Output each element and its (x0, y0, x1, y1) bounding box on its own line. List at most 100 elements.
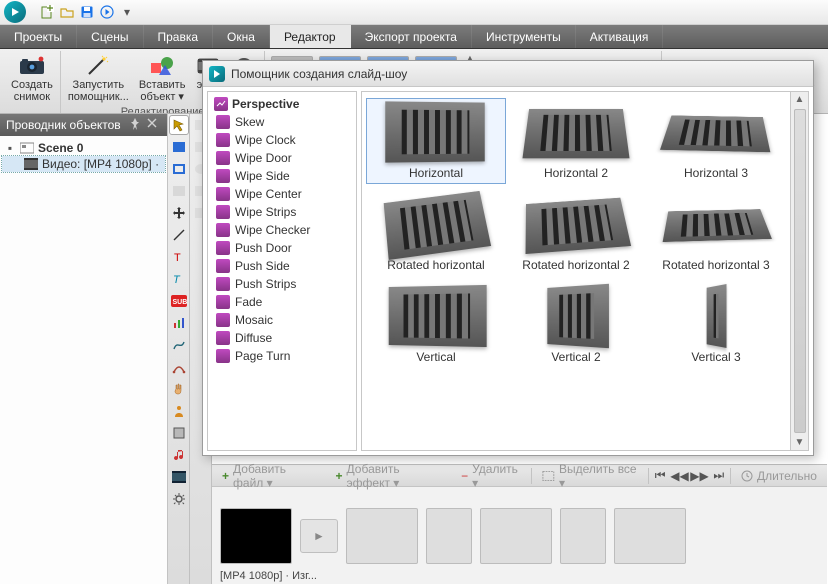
effect-item-push-door[interactable]: Push Door (210, 239, 354, 257)
assistant-preset-grid: Horizontal Horizontal 2 Horizontal 3 Rot… (361, 91, 791, 451)
effect-icon (216, 187, 230, 201)
preset-vertical-3[interactable]: Vertical 3 (646, 282, 786, 368)
audio-tool[interactable] (170, 446, 188, 464)
menu-editor[interactable]: Редактор (270, 25, 351, 48)
effect-item-page-turn[interactable]: Page Turn (210, 347, 354, 365)
tree-root-scene[interactable]: ▪ Scene 0 (2, 140, 165, 156)
preset-vertical-2[interactable]: Vertical 2 (506, 282, 646, 368)
snapshot-button[interactable]: Создать снимок (8, 51, 56, 113)
storyboard: ► [MP4 1080p] · Изг... (212, 487, 827, 584)
preset-horizontal[interactable]: Horizontal (366, 98, 506, 184)
run-wizard-button[interactable]: Запустить помощник... (65, 51, 132, 106)
person-tool[interactable] (170, 402, 188, 420)
effect-item-mosaic[interactable]: Mosaic (210, 311, 354, 329)
storyboard-caption: [MP4 1080p] · Изг... (220, 570, 317, 582)
timeline-toolbar: +Добавить файл ▾ +Добавить эффект ▾ −Уда… (212, 465, 827, 487)
timeline-add-file[interactable]: +Добавить файл ▾ (216, 467, 326, 485)
timeline-delete[interactable]: −Удалить ▾ (455, 467, 527, 485)
text-style-tool[interactable]: T (170, 270, 188, 288)
effect-item-fade[interactable]: Fade (210, 293, 354, 311)
qa-new-icon[interactable] (38, 3, 56, 21)
move-tool[interactable] (170, 204, 188, 222)
timeline-add-effect[interactable]: +Добавить эффект ▾ (330, 467, 452, 485)
arrow-right-icon: ► (313, 529, 325, 543)
nav-prev-icon[interactable]: ◀◀ (671, 468, 687, 484)
storyboard-slot-2[interactable] (346, 508, 418, 564)
bezier-tool[interactable] (170, 358, 188, 376)
qa-open-icon[interactable] (58, 3, 76, 21)
effect-item-diffuse[interactable]: Diffuse (210, 329, 354, 347)
curve-tool[interactable] (170, 336, 188, 354)
nav-first-icon[interactable]: ⏮ (653, 468, 668, 484)
timeline-select-all[interactable]: Выделить все ▾ (536, 467, 644, 485)
tree-video-item[interactable]: Видео: [MP4 1080p] · (2, 156, 165, 172)
chart-tool[interactable] (170, 314, 188, 332)
effect-item-wipe-center[interactable]: Wipe Center (210, 185, 354, 203)
qa-save-icon[interactable] (78, 3, 96, 21)
pointer-tool[interactable] (170, 116, 188, 134)
video-tool[interactable] (170, 468, 188, 486)
effect-item-push-strips[interactable]: Push Strips (210, 275, 354, 293)
qa-customize-dropdown[interactable]: ▾ (118, 3, 136, 21)
menu-activation[interactable]: Активация (576, 25, 664, 48)
effect-item-skew[interactable]: Skew (210, 113, 354, 131)
qa-play-icon[interactable] (98, 3, 116, 21)
effect-icon (216, 349, 230, 363)
tree-collapse-icon[interactable]: ▪ (4, 141, 16, 155)
menu-export[interactable]: Экспорт проекта (351, 25, 472, 48)
scroll-up-icon[interactable]: ▲ (795, 94, 805, 105)
gear-tool[interactable] (170, 490, 188, 508)
text-tool[interactable]: T (170, 248, 188, 266)
assistant-scrollbar[interactable]: ▲ ▼ (791, 91, 809, 451)
panel-pin-icon[interactable] (129, 118, 143, 132)
object-tree: ▪ Scene 0 Видео: [MP4 1080p] · (0, 136, 167, 176)
mask-tool[interactable] (170, 424, 188, 442)
preset-rotated-horizontal-3[interactable]: Rotated horizontal 3 (646, 190, 786, 276)
insert-object-button[interactable]: Вставить объект ▾ (136, 51, 189, 106)
menu-edit[interactable]: Правка (144, 25, 214, 48)
line-tool[interactable] (170, 226, 188, 244)
effect-icon (216, 313, 230, 327)
nav-last-icon[interactable]: ⏭ (711, 468, 726, 484)
timeline-duration[interactable]: Длительно (735, 467, 823, 485)
assistant-title: Помощник создания слайд-шоу (231, 67, 407, 81)
preset-vertical[interactable]: Vertical (366, 282, 506, 368)
rect-outline-tool[interactable] (170, 160, 188, 178)
effect-item-push-side[interactable]: Push Side (210, 257, 354, 275)
effect-item-wipe-side[interactable]: Wipe Side (210, 167, 354, 185)
nav-next-icon[interactable]: ▶▶ (691, 468, 707, 484)
assistant-title-bar[interactable]: Помощник создания слайд-шоу (203, 61, 813, 87)
storyboard-slot-6[interactable] (614, 508, 686, 564)
effect-item-wipe-clock[interactable]: Wipe Clock (210, 131, 354, 149)
effect-icon (216, 151, 230, 165)
effect-item-wipe-strips[interactable]: Wipe Strips (210, 203, 354, 221)
menu-windows[interactable]: Окна (213, 25, 270, 48)
preset-rotated-horizontal-2[interactable]: Rotated horizontal 2 (506, 190, 646, 276)
preset-horizontal-3[interactable]: Horizontal 3 (646, 98, 786, 184)
wand-icon (85, 54, 111, 78)
effect-item-wipe-door[interactable]: Wipe Door (210, 149, 354, 167)
storyboard-slot-4[interactable] (480, 508, 552, 564)
panel-close-icon[interactable] (147, 118, 161, 132)
sub-tool[interactable]: SUB (170, 292, 188, 310)
storyboard-slot-3[interactable] (426, 508, 472, 564)
effect-icon (216, 169, 230, 183)
transition-slot-1[interactable]: ► (300, 519, 338, 553)
scroll-thumb[interactable] (794, 109, 806, 433)
select-all-icon (542, 470, 555, 482)
hand-tool[interactable] (170, 380, 188, 398)
effect-icon (216, 259, 230, 273)
storyboard-slot-5[interactable] (560, 508, 606, 564)
assistant-group-header[interactable]: Perspective (210, 95, 354, 113)
preset-horizontal-2[interactable]: Horizontal 2 (506, 98, 646, 184)
storyboard-slot-1[interactable] (220, 508, 292, 564)
menu-scenes[interactable]: Сцены (77, 25, 143, 48)
effect-item-wipe-checker[interactable]: Wipe Checker (210, 221, 354, 239)
tool-palette-left: T T SUB (168, 114, 190, 584)
menu-projects[interactable]: Проекты (0, 25, 77, 48)
rect-fill-tool[interactable] (170, 138, 188, 156)
scroll-down-icon[interactable]: ▼ (795, 437, 805, 448)
menu-tools[interactable]: Инструменты (472, 25, 576, 48)
app-logo (4, 1, 26, 23)
preset-rotated-horizontal[interactable]: Rotated horizontal (366, 190, 506, 276)
